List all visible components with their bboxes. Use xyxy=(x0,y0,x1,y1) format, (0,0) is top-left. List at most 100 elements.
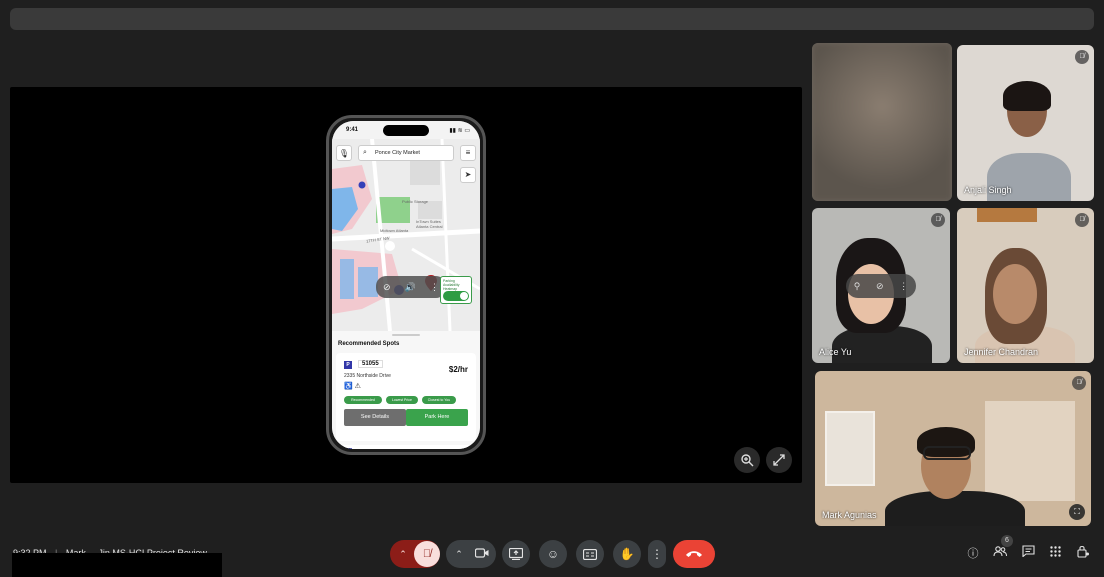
pin-icon[interactable]: ⚲ xyxy=(854,281,861,292)
tag-closest: Closest to You xyxy=(422,396,456,404)
bottom-sheet: Recommended Spots P 51055 2335 Northside… xyxy=(332,331,480,449)
lock-person-icon xyxy=(1076,545,1089,558)
search-input[interactable]: ⌕ Ponce City Market xyxy=(358,145,454,161)
people-icon xyxy=(993,546,1007,557)
expand-icon xyxy=(773,454,785,466)
meeting-details-button[interactable]: ⓘ xyxy=(964,545,982,563)
tile-overlay-controls: ⚲ ⊘ ⋮ xyxy=(846,274,916,298)
toggle-label: Parking Availability Heatmap xyxy=(443,279,460,291)
window-background xyxy=(825,411,875,486)
speaker-icon[interactable]: 🔊 xyxy=(405,282,416,293)
see-details-button[interactable]: See Details xyxy=(344,409,406,426)
phone-status-time: 9:41 xyxy=(346,127,359,133)
phone-mockup: 9:41 ▮▮ ≋ ▭ Public Storage InTown Suites… xyxy=(326,115,486,455)
map-label: Public Storage xyxy=(402,199,429,204)
more-vert-icon[interactable]: ⋮ xyxy=(430,282,439,293)
reactions-button[interactable]: ☺ xyxy=(539,540,567,568)
presentation-stage: 9:41 ▮▮ ≋ ▭ Public Storage InTown Suites… xyxy=(10,87,802,483)
search-icon: ⌕ xyxy=(363,149,367,156)
spot-price: $2/hr xyxy=(448,365,468,374)
leave-call-button[interactable] xyxy=(673,540,715,568)
presenter-overlay-controls: ⊘ 🔊 ⋮ xyxy=(376,276,446,298)
crop-icon[interactable]: ⛶ xyxy=(1069,504,1085,520)
participant-face xyxy=(993,264,1037,324)
map-label: InTown Suites Atlanta Central xyxy=(416,219,443,229)
spot-id: 51055 xyxy=(358,360,383,368)
glasses xyxy=(923,446,971,460)
door-background xyxy=(985,401,1075,501)
phone-screen: 9:41 ▮▮ ≋ ▭ Public Storage InTown Suites… xyxy=(332,121,480,449)
info-icon: ⓘ xyxy=(967,548,979,560)
activities-button[interactable] xyxy=(1046,545,1064,563)
zoom-in-button[interactable] xyxy=(734,447,760,473)
host-controls-button[interactable] xyxy=(1074,545,1092,563)
call-end-icon xyxy=(686,551,702,557)
participant-name: Anjali Singh xyxy=(964,185,1012,195)
accessibility-icon: ♿ ⚠ xyxy=(344,383,361,390)
sheet-title: Recommended Spots xyxy=(338,341,400,347)
videocam-icon xyxy=(474,548,489,558)
phone-status-bar: 9:41 ▮▮ ≋ ▭ xyxy=(332,121,480,139)
more-options-button[interactable]: ⋮ xyxy=(648,540,666,568)
raise-hand-button[interactable]: ✋ xyxy=(613,540,641,568)
dynamic-island xyxy=(383,125,429,136)
mute-participant-icon[interactable]: ⊘ xyxy=(876,281,884,292)
menu-icon[interactable]: ≡ xyxy=(460,145,476,161)
participant-tile-mark[interactable]: 🎙̸ ⛶ Mark Agunias xyxy=(815,371,1091,526)
fullscreen-button[interactable] xyxy=(766,447,792,473)
search-row: 🎙 ⌕ Ponce City Market ≡ xyxy=(336,145,476,161)
sheet-handle[interactable] xyxy=(392,334,420,336)
participant-hair xyxy=(1003,81,1051,111)
mic-off-button[interactable]: 🎙̸ xyxy=(414,541,440,567)
unpin-icon[interactable]: ⊘ xyxy=(383,282,391,293)
locate-icon[interactable]: ➤ xyxy=(460,167,476,183)
mic-options-chevron-icon[interactable]: ⌃ xyxy=(392,549,414,560)
mic-icon[interactable]: 🎙 xyxy=(336,145,352,161)
hand-icon: ✋ xyxy=(619,547,635,561)
camera-options-chevron-icon[interactable]: ⌃ xyxy=(448,549,470,560)
tag-lowest-price: Lowest Price xyxy=(386,396,418,404)
search-text: Ponce City Market xyxy=(375,150,420,156)
more-vert-icon: ⋮ xyxy=(651,547,663,561)
signal-icon: ▮▮ ≋ ▭ xyxy=(449,128,470,134)
present-screen-button[interactable] xyxy=(502,540,530,568)
next-spot-card[interactable] xyxy=(336,445,476,449)
top-bar xyxy=(10,8,1094,30)
heatmap-toggle[interactable] xyxy=(443,291,469,301)
people-button[interactable] xyxy=(991,545,1009,563)
parking-badge: P xyxy=(344,361,352,369)
mic-off-icon: 🎙̸ xyxy=(931,213,945,227)
map-label: Midtown Atlanta xyxy=(380,228,409,233)
apps-grid-icon xyxy=(1049,546,1061,557)
redaction-block xyxy=(12,553,222,577)
spot-card[interactable]: P 51055 2335 Northside Drive $2/hr ♿ ⚠ R… xyxy=(336,353,476,441)
closed-caption-icon xyxy=(583,548,597,560)
participant-name: Mark Agunias xyxy=(822,510,877,520)
tag-recommended: Recommended xyxy=(344,396,382,404)
spot-address: 2335 Northside Drive xyxy=(344,373,391,379)
captions-button[interactable] xyxy=(576,540,604,568)
chat-button[interactable] xyxy=(1019,545,1037,563)
participant-name: Jennifer Chandran xyxy=(964,347,1039,357)
chat-icon xyxy=(1021,545,1035,558)
mic-off-icon: 🎙̸ xyxy=(1072,376,1086,390)
blurred-video xyxy=(812,43,952,201)
present-to-all-icon xyxy=(509,548,523,560)
park-here-button[interactable]: Park Here xyxy=(406,409,468,426)
more-vert-icon[interactable]: ⋮ xyxy=(899,281,908,292)
participant-tile-alice[interactable]: ⚲ ⊘ ⋮ 🎙̸ Alice Yu xyxy=(812,208,950,363)
participant-tile-anjali[interactable]: 🎙̸ Anjali Singh xyxy=(957,45,1094,201)
participant-tile-1[interactable] xyxy=(812,43,952,201)
camera-button[interactable] xyxy=(470,547,494,561)
mic-control-group: ⌃ 🎙̸ xyxy=(390,540,440,568)
mic-off-icon: 🎙̸ xyxy=(1075,213,1089,227)
camera-control-group: ⌃ xyxy=(446,540,496,568)
mic-off-icon: 🎙̸ xyxy=(1075,50,1089,64)
wall-decoration xyxy=(977,208,1037,222)
zoom-icon xyxy=(741,454,754,467)
emoji-icon: ☺ xyxy=(546,547,560,561)
participant-name: Alice Yu xyxy=(819,347,852,357)
next-parking-badge xyxy=(344,448,352,449)
participant-tile-jennifer[interactable]: 🎙̸ Jennifer Chandran xyxy=(957,208,1094,363)
heatmap-toggle-card: Parking Availability Heatmap xyxy=(440,276,472,304)
